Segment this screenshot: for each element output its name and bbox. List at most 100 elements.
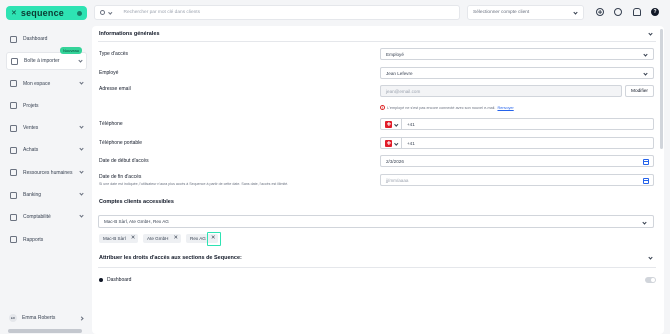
sidebar-item-label: Achats [23,147,39,154]
avatar: ER [9,314,17,322]
sidebar-item-rapports[interactable]: Rapports [6,231,87,249]
end-date-input[interactable]: jj/mm/aaaa [380,174,654,186]
chevron-down-icon [573,10,578,15]
account-chip: Mac-B Sàrl ✕ [99,234,139,243]
sidebar-item-projets[interactable]: Projets [6,97,87,115]
section-title-rights: Attribuer les droits d'accès aux section… [99,255,242,261]
close-icon[interactable]: ✕ [173,235,178,242]
access-type-value: Employé [386,51,404,57]
check-square-icon [10,102,17,110]
start-date-label: Date de début d'accès [99,158,149,164]
new-badge: Nouveau [59,47,82,55]
horizontal-scrollbar[interactable] [8,329,82,333]
user-name: Emma Roberts [22,315,56,321]
chevron-down-icon [642,220,647,225]
mobile-field[interactable]: +41 [380,137,654,149]
resend-link[interactable]: Renvoyer [497,106,513,110]
calendar-icon[interactable] [643,159,649,165]
divider [98,41,656,42]
chevron-down-icon [393,141,398,146]
phone-label: Téléphone [99,121,123,127]
mobile-value: +41 [407,140,415,146]
section-title-general: Informations générales [99,31,160,37]
logo-mark-icon: ✕ [11,9,17,17]
sidebar-item-ressources-humaines[interactable]: Ressources humaines [6,164,87,182]
chevron-down-icon[interactable] [108,10,113,14]
email-value: jean@email.com [386,88,421,94]
close-icon[interactable]: ✕ [131,235,136,242]
home-icon [10,35,17,43]
logo-badge-icon [77,10,82,16]
warning-icon: ! [380,105,385,110]
client-account-select[interactable]: Sélectionner compte client [467,5,584,20]
add-icon[interactable] [596,8,604,16]
chevron-down-icon [79,124,84,129]
employee-select[interactable]: Jean Lefevre [380,67,654,79]
search-input[interactable]: Rechercher par mot clé dans clients [94,5,460,20]
sidebar-item-label: Projets [23,102,39,109]
start-date-input[interactable]: 2/3/2026 [380,155,654,167]
sidebar-item-label: Mon espace [23,80,51,87]
dashboard-access-toggle[interactable] [645,277,656,283]
section-title-accounts: Comptes clients accessibles [99,199,174,205]
modify-email-button[interactable]: Modifier [625,85,654,97]
chevron-down-icon [79,213,84,218]
email-warning-text: L'employé ne s'est pas encore connecté a… [387,105,496,110]
access-type-label: Type d'accès [99,51,129,57]
email-warning: ! L'employé ne s'est pas encore connecté… [380,105,514,110]
sidebar-item-dashboard[interactable]: Dashboard [6,30,87,48]
phone-number-input[interactable]: +41 [402,118,654,130]
search-icon [100,10,105,15]
vertical-scrollbar[interactable] [660,29,663,149]
top-bar: Rechercher par mot clé dans clients Séle… [92,0,670,26]
sidebar-item-label: Ventes [23,125,39,132]
phone-country-select[interactable] [380,118,402,130]
sidebar: ✕ sequence Dashboard Boîte à importer No… [0,0,92,334]
chevron-down-icon [78,58,83,63]
chevron-down-icon [393,122,398,127]
swiss-flag-icon [385,139,392,147]
sidebar-item-inbox[interactable]: Boîte à importer Nouveau [6,47,87,71]
inbox-icon [11,57,18,65]
chevron-down-icon [79,146,84,152]
client-accounts-select[interactable]: Mac-B Sàrl, Ate GmbH, Rex AG [98,215,654,228]
sidebar-item-label: Banking [23,192,42,199]
sidebar-item-banking[interactable]: Banking [6,186,87,204]
main-panel: Informations générales Type d'accès Empl… [92,26,664,334]
cart-icon [10,146,17,154]
chevron-right-icon [79,315,84,321]
employee-value: Jean Lefevre [386,70,413,76]
chip-label: Ate GmbH [147,236,169,241]
chip-label: Rex AG [190,236,206,241]
client-accounts-value: Mac-B Sàrl, Ate GmbH, Rex AG [104,219,169,224]
ledger-icon [10,213,17,221]
employee-label: Employé [99,70,119,76]
brand-logo[interactable]: ✕ sequence [6,6,87,20]
phone-field[interactable]: +41 [380,118,654,130]
chevron-down-icon[interactable] [648,31,653,36]
user-menu[interactable]: ER Emma Roberts [6,311,87,325]
sidebar-item-ventes[interactable]: Ventes [6,119,87,137]
search-placeholder: Rechercher par mot clé dans clients [123,10,201,15]
sidebar-item-mon-espace[interactable]: Mon espace [6,75,87,93]
chevron-down-icon [643,71,648,76]
help-icon[interactable]: ? [651,8,659,16]
chevron-down-icon [79,169,84,174]
client-select-placeholder: Sélectionner compte client [473,10,530,15]
calendar-icon[interactable] [643,178,649,184]
bank-icon [10,191,17,199]
sidebar-item-achats[interactable]: Achats [6,141,87,159]
access-type-select[interactable]: Employé [380,48,654,60]
chevron-down-icon [79,191,84,196]
sidebar-item-label: Boîte à importer [24,58,60,65]
mobile-number-input[interactable]: +41 [402,137,654,149]
mobile-country-select[interactable] [380,137,402,149]
start-date-value: 2/3/2026 [386,158,404,164]
chevron-down-icon[interactable] [648,255,653,260]
chevron-down-icon [643,52,648,57]
sidebar-item-label: Rapports [23,236,44,243]
clock-icon[interactable] [614,8,622,16]
chip-label: Mac-B Sàrl [103,236,126,241]
bell-icon[interactable] [633,8,641,16]
sidebar-item-comptabilite[interactable]: Comptabilité [6,208,87,226]
